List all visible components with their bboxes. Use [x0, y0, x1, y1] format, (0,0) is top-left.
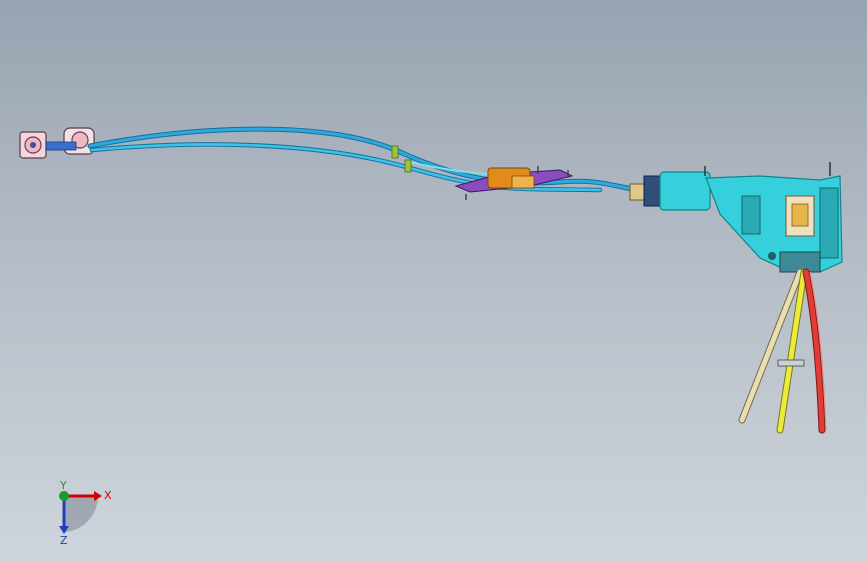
- y-axis-label: Y: [59, 479, 67, 492]
- x-axis-label: X: [104, 489, 112, 502]
- coordinate-triad: X Y Z: [59, 479, 112, 547]
- triad-shadow: [64, 496, 99, 532]
- z-axis-label: Z: [60, 534, 68, 547]
- graphics-viewport[interactable]: X Y Z: [0, 0, 867, 562]
- y-axis-dot: [59, 491, 69, 501]
